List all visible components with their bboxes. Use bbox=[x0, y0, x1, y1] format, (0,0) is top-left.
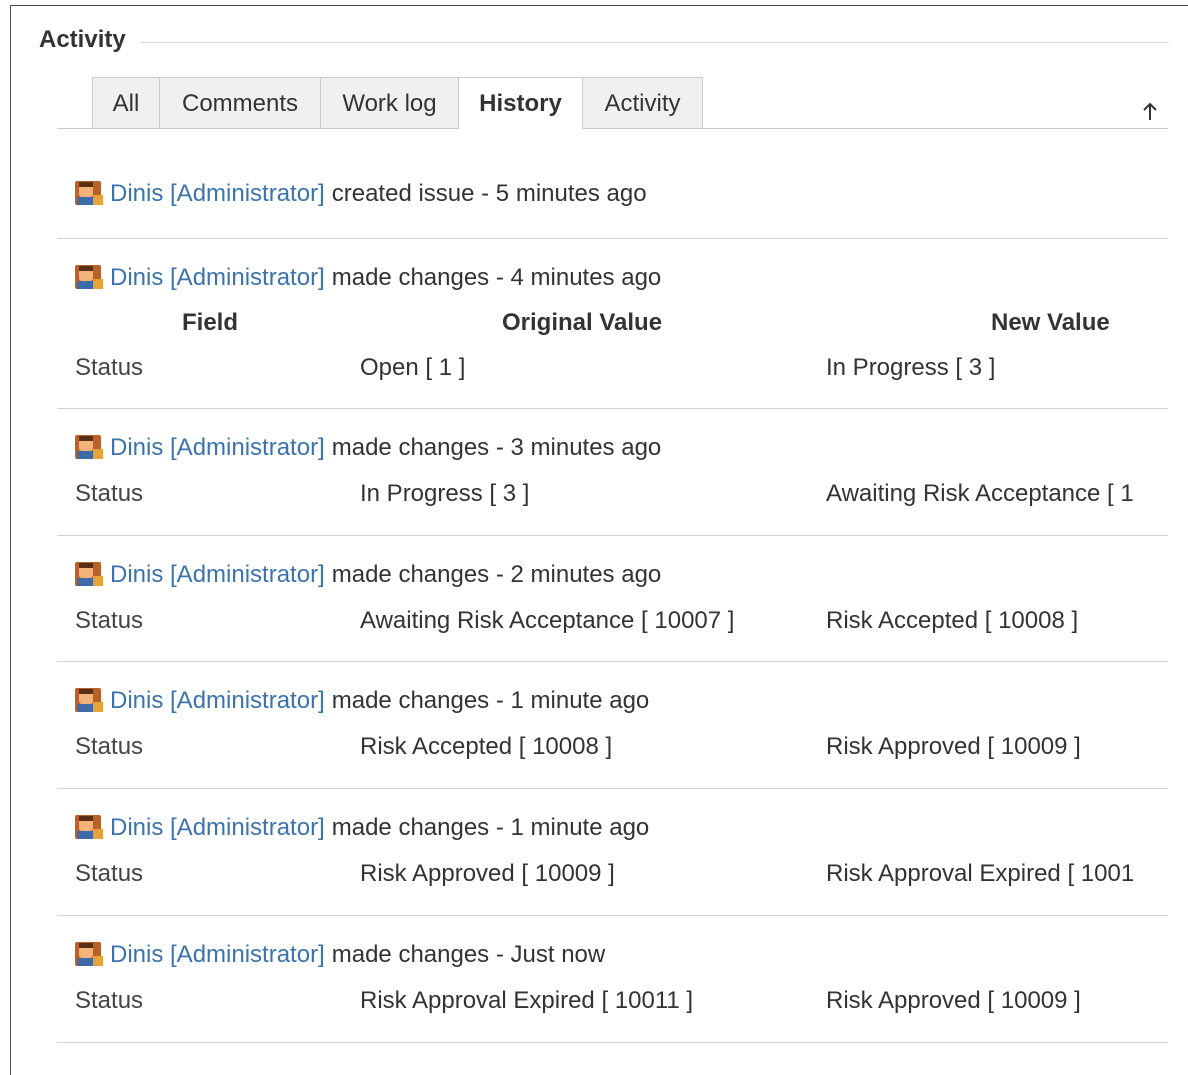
change-original-value: Awaiting Risk Acceptance [ 10007 ] bbox=[360, 607, 735, 634]
entry-action: made changes - 4 minutes ago bbox=[331, 264, 662, 291]
user-link[interactable]: Dinis [Administrator] bbox=[110, 434, 325, 462]
column-header-field: Field bbox=[182, 309, 239, 336]
entry-action: made changes - 2 minutes ago bbox=[331, 561, 662, 588]
change-original-value: In Progress [ 3 ] bbox=[360, 480, 530, 507]
section-title: Activity bbox=[39, 26, 126, 53]
user-link[interactable]: Dinis [Administrator] bbox=[110, 814, 325, 842]
change-field: Status bbox=[75, 607, 144, 634]
activity-tabs: All Comments Work log History Activity bbox=[57, 77, 1168, 129]
user-link[interactable]: Dinis [Administrator] bbox=[110, 561, 325, 589]
change-original-value: Risk Approved [ 10009 ] bbox=[360, 860, 615, 887]
section-divider bbox=[139, 41, 1169, 43]
entry-header: Dinis [Administrator] made changes - 3 m… bbox=[75, 434, 661, 462]
tab-comments[interactable]: Comments bbox=[159, 77, 321, 128]
tab-all[interactable]: All bbox=[92, 77, 160, 128]
arrow-up-icon[interactable] bbox=[1140, 99, 1160, 123]
change-field: Status bbox=[75, 987, 144, 1014]
avatar bbox=[75, 562, 105, 588]
tab-work-log[interactable]: Work log bbox=[320, 77, 459, 128]
change-field: Status bbox=[75, 354, 144, 381]
avatar bbox=[75, 265, 105, 291]
tab-activity[interactable]: Activity bbox=[582, 77, 703, 128]
change-new-value: Risk Approval Expired [ 1001 bbox=[826, 860, 1135, 887]
change-new-value: Risk Approved [ 10009 ] bbox=[826, 987, 1081, 1014]
change-field: Status bbox=[75, 733, 144, 760]
change-field: Status bbox=[75, 860, 144, 887]
history-entry: Dinis [Administrator] made changes - 4 m… bbox=[57, 239, 1168, 409]
activity-section-header: Activity bbox=[39, 24, 1169, 56]
entry-header: Dinis [Administrator] made changes - 1 m… bbox=[75, 687, 649, 715]
entry-header: Dinis [Administrator] made changes - 2 m… bbox=[75, 561, 661, 589]
history-entry: Dinis [Administrator] made changes - Jus… bbox=[57, 916, 1168, 1043]
history-list: Dinis [Administrator] created issue - 5 … bbox=[57, 130, 1168, 1043]
avatar bbox=[75, 435, 105, 461]
entry-header: Dinis [Administrator] made changes - 4 m… bbox=[75, 264, 661, 292]
avatar bbox=[75, 688, 105, 714]
change-new-value: In Progress [ 3 ] bbox=[826, 354, 996, 381]
entry-header: Dinis [Administrator] made changes - 1 m… bbox=[75, 814, 649, 842]
entry-action: made changes - 1 minute ago bbox=[331, 687, 650, 714]
entry-action: created issue - 5 minutes ago bbox=[331, 180, 647, 207]
tab-history[interactable]: History bbox=[458, 77, 583, 129]
user-link[interactable]: Dinis [Administrator] bbox=[110, 264, 325, 292]
avatar bbox=[75, 942, 105, 968]
entry-action: made changes - 3 minutes ago bbox=[331, 434, 662, 461]
entry-action: made changes - 1 minute ago bbox=[331, 814, 650, 841]
history-entry: Dinis [Administrator] made changes - 1 m… bbox=[57, 789, 1168, 916]
column-header-original: Original Value bbox=[502, 309, 663, 336]
entry-header: Dinis [Administrator] made changes - Jus… bbox=[75, 941, 605, 969]
avatar bbox=[75, 181, 105, 207]
column-header-new: New Value bbox=[991, 309, 1110, 336]
change-new-value: Risk Accepted [ 10008 ] bbox=[826, 607, 1079, 634]
entry-action: made changes - Just now bbox=[331, 941, 606, 968]
user-link[interactable]: Dinis [Administrator] bbox=[110, 687, 325, 715]
change-original-value: Risk Approval Expired [ 10011 ] bbox=[360, 987, 694, 1014]
change-new-value: Awaiting Risk Acceptance [ 1 bbox=[826, 480, 1134, 507]
change-original-value: Open [ 1 ] bbox=[360, 354, 466, 381]
entry-header: Dinis [Administrator] created issue - 5 … bbox=[75, 180, 647, 208]
user-link[interactable]: Dinis [Administrator] bbox=[110, 941, 325, 969]
avatar bbox=[75, 815, 105, 841]
history-entry: Dinis [Administrator] made changes - 1 m… bbox=[57, 662, 1168, 789]
change-new-value: Risk Approved [ 10009 ] bbox=[826, 733, 1081, 760]
change-field: Status bbox=[75, 480, 144, 507]
user-link[interactable]: Dinis [Administrator] bbox=[110, 180, 325, 208]
change-original-value: Risk Accepted [ 10008 ] bbox=[360, 733, 613, 760]
history-entry: Dinis [Administrator] made changes - 2 m… bbox=[57, 536, 1168, 662]
history-entry: Dinis [Administrator] created issue - 5 … bbox=[57, 130, 1168, 239]
history-entry: Dinis [Administrator] made changes - 3 m… bbox=[57, 409, 1168, 536]
